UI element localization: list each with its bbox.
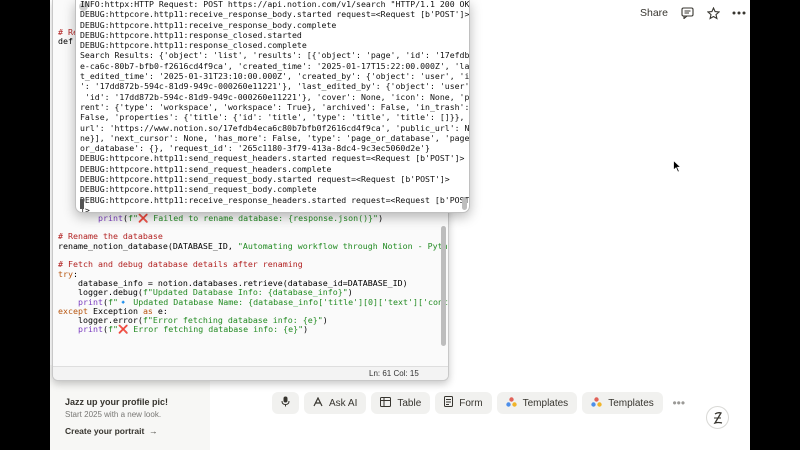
log-line: rent': {'type': 'workspace', 'workspace'… bbox=[80, 101, 470, 112]
screen: Share Jazz up your profile pic! Start 20… bbox=[50, 0, 750, 450]
form-icon bbox=[444, 396, 454, 410]
more-options-icon[interactable]: ••• bbox=[668, 392, 690, 414]
page-header-actions: Share bbox=[640, 6, 746, 20]
code-line: # Fetch and debug database details after… bbox=[58, 259, 303, 270]
code-line: print(f"❌ Failed to rename database: {re… bbox=[97, 212, 384, 223]
log-line: ': '17dd872b-594c-81d9-949c-000260e11221… bbox=[80, 81, 470, 92]
create-portrait-label: Create your portrait bbox=[65, 426, 145, 436]
shell-output-window: INFO:httpx:HTTP Request: POST https://ap… bbox=[75, 0, 470, 213]
text-cursor bbox=[80, 199, 84, 209]
code-line: print(f"❌ Error fetching database info: … bbox=[77, 324, 309, 335]
templates-label: Templates bbox=[522, 397, 569, 409]
shell-scrollbar[interactable] bbox=[462, 197, 467, 210]
cursor-position: Ln: 61 Col: 15 bbox=[369, 369, 419, 378]
table-icon bbox=[380, 396, 392, 410]
code-line: rename_notion_database(DATABASE_ID, "Aut… bbox=[58, 240, 449, 251]
log-line: DEBUG:httpcore.http11:response_closed.st… bbox=[80, 29, 302, 40]
log-line: DEBUG:httpcore.http11:receive_response_b… bbox=[80, 9, 470, 20]
share-button[interactable]: Share bbox=[640, 7, 668, 19]
more-options-icon[interactable] bbox=[732, 6, 746, 20]
editor-status-bar: Ln: 61 Col: 15 bbox=[53, 366, 448, 380]
table-button[interactable]: Table bbox=[371, 392, 431, 414]
editor-scrollbar[interactable] bbox=[441, 226, 446, 346]
microphone-button[interactable] bbox=[272, 392, 299, 414]
page-toolbar: Ask AI Table Form Templates Templates ••… bbox=[272, 392, 690, 414]
log-line: ]> bbox=[80, 204, 90, 213]
log-line: INFO:httpx:HTTP Request: POST https://ap… bbox=[80, 0, 470, 9]
log-line: Search Results: {'object': 'list', 'resu… bbox=[80, 50, 470, 61]
log-line: DEBUG:httpcore.http11:send_request_body.… bbox=[80, 184, 317, 195]
templates-button[interactable]: Templates bbox=[582, 392, 663, 414]
log-line: DEBUG:httpcore.http11:send_request_body.… bbox=[80, 174, 450, 185]
ask-ai-icon bbox=[313, 396, 323, 410]
ai-assistant-icon[interactable] bbox=[706, 406, 729, 429]
promo-subtitle: Start 2025 with a new look. bbox=[65, 410, 162, 419]
templates-label: Templates bbox=[608, 397, 654, 409]
star-icon[interactable] bbox=[706, 6, 720, 20]
log-line: False, 'properties': {'title': {'id': 't… bbox=[80, 112, 470, 123]
comment-icon[interactable] bbox=[680, 6, 694, 20]
ask-ai-label: Ask AI bbox=[329, 397, 358, 409]
log-line: DEBUG:httpcore.http11:receive_response_b… bbox=[80, 19, 337, 30]
log-line: ne}], 'next_cursor': None, 'has_more': F… bbox=[80, 132, 470, 143]
shell-log: INFO:httpx:HTTP Request: POST https://ap… bbox=[80, 0, 470, 213]
templates-button[interactable]: Templates bbox=[496, 392, 578, 414]
templates-icon bbox=[505, 396, 517, 410]
log-line: DEBUG:httpcore.http11:send_request_heade… bbox=[80, 153, 465, 164]
log-line: or_database': {}, 'request_id': '265c118… bbox=[80, 143, 430, 154]
log-line: DEBUG:httpcore.http11:receive_response_h… bbox=[80, 194, 470, 205]
arrow-right-icon: → bbox=[146, 426, 158, 436]
log-line: DEBUG:httpcore.http11:send_request_heade… bbox=[80, 163, 332, 174]
templates-icon bbox=[591, 396, 602, 410]
log-line: url': 'https://www.notion.so/17efdb4eca6… bbox=[80, 122, 470, 133]
form-button[interactable]: Form bbox=[435, 392, 492, 414]
log-line: e-ca6c-80b7-bfb0-f2616cd4f9ca', 'created… bbox=[80, 60, 470, 71]
microphone-icon bbox=[281, 396, 290, 410]
log-line: t_edited_time': '2025-01-31T23:10:00.000… bbox=[80, 71, 470, 82]
create-portrait-link[interactable]: Create your portrait → bbox=[65, 426, 158, 436]
ask-ai-button[interactable]: Ask AI bbox=[304, 392, 367, 414]
promo-title: Jazz up your profile pic! bbox=[65, 397, 169, 407]
log-line: DEBUG:httpcore.http11:response_closed.co… bbox=[80, 40, 307, 51]
form-label: Form bbox=[459, 397, 483, 409]
table-label: Table bbox=[397, 397, 422, 409]
log-line: 'id': '17dd872b-594c-81d9-949c-000260e11… bbox=[80, 91, 470, 102]
